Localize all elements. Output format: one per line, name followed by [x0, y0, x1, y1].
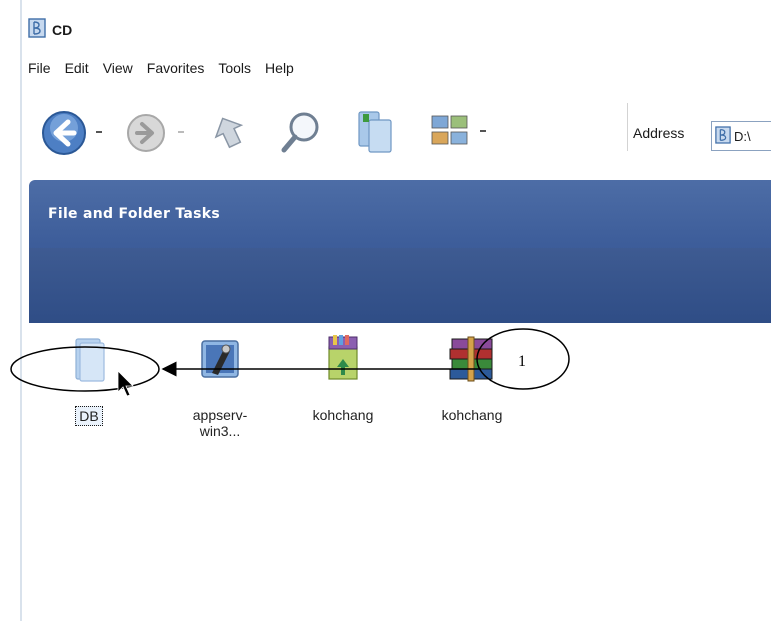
mouse-cursor-icon [117, 370, 134, 397]
annotation-ellipse-target [10, 346, 160, 392]
annotation-overlay: 1 [10, 328, 570, 397]
annotation-label: 1 [518, 353, 526, 370]
